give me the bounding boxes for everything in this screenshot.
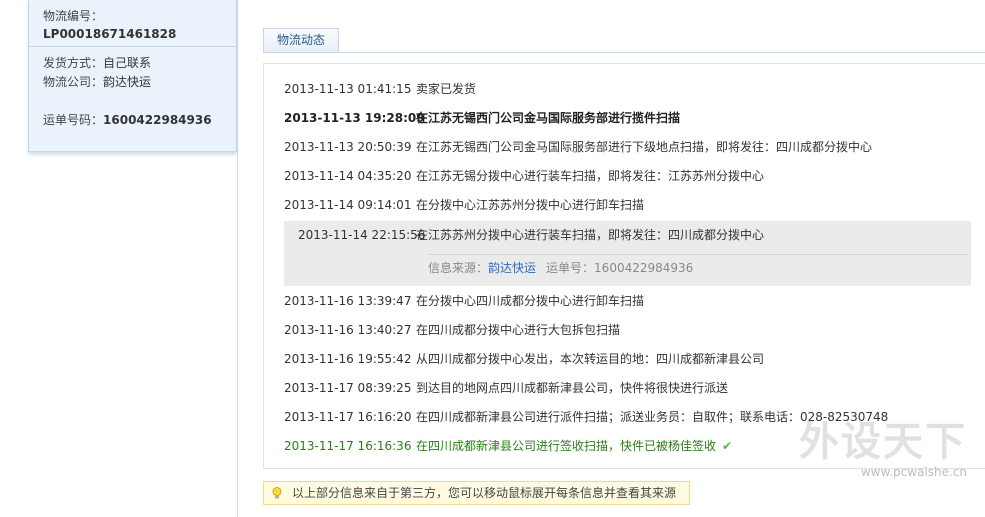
ship-method-label: 发货方式： <box>43 56 104 70</box>
timeline-entry[interactable]: 2013-11-13 01:41:15 卖家已发货 <box>284 75 476 104</box>
logistics-company-value: 韵达快运 <box>103 75 152 89</box>
entry-time: 2013-11-14 09:14:01 <box>284 198 412 212</box>
entry-description: 在江苏无锡分拨中心进行装车扫描，即将发往：江苏苏州分拨中心 <box>416 169 765 183</box>
entry-time: 2013-11-13 19:28:09 <box>284 111 425 125</box>
entry-description: 从四川成都分拨中心发出，本次转运目的地：四川成都新津县公司 <box>416 352 765 366</box>
order-number-section: 物流编号： LP00018671461828 <box>29 0 236 47</box>
entry-time: 2013-11-13 01:41:15 <box>284 82 412 96</box>
entry-description: 在江苏苏州分拨中心进行装车扫描，即将发往：四川成都分拨中心 <box>416 228 765 242</box>
entry-time: 2013-11-14 04:35:20 <box>284 169 412 183</box>
checkmark-icon: ✔ <box>722 439 733 453</box>
entry-time: 2013-11-14 22:15:56 <box>298 228 426 242</box>
source-info: 信息来源：韵达快运 运单号：1600422984936 <box>428 258 693 278</box>
waybill-label: 运单号码： <box>43 113 104 127</box>
entry-time: 2013-11-16 13:40:27 <box>284 323 412 337</box>
logistics-page: 物流编号： LP00018671461828 发货方式：自己联系 物流公司：韵达… <box>0 0 985 517</box>
timeline-entry[interactable]: 2013-11-13 19:28:09在江苏无锡西门公司金马国际服务部进行揽件扫… <box>284 104 680 133</box>
ship-method-value: 自己联系 <box>103 56 152 70</box>
timeline-entry[interactable]: 2013-11-14 09:14:01 在分拨中心江苏苏州分拨中心进行卸车扫描 <box>284 191 644 220</box>
entry-time: 2013-11-16 13:39:47 <box>284 294 412 308</box>
entry-time: 2013-11-13 20:50:39 <box>284 140 412 154</box>
entry-time: 2013-11-17 16:16:36 <box>284 439 412 453</box>
entry-description: 到达目的地网点四川成都新津县公司，快件将很快进行派送 <box>416 381 729 395</box>
order-number-value: LP00018671461828 <box>43 27 177 41</box>
waybill-value: 1600422984936 <box>103 113 212 127</box>
order-number-label: 物流编号： <box>43 9 104 23</box>
notice-text: 以上部分信息来自于第三方，您可以移动鼠标展开每条信息并查看其来源 <box>292 486 677 500</box>
timeline-entry[interactable]: 2013-11-17 16:16:20 在四川成都新津县公司进行派件扫描；派送业务… <box>284 403 888 432</box>
source-waybill-value: 1600422984936 <box>594 261 694 275</box>
logistics-company-row: 物流公司：韵达快运 <box>43 73 236 92</box>
waybill-row: 运单号码：1600422984936 <box>43 111 236 130</box>
third-party-notice: 以上部分信息来自于第三方，您可以移动鼠标展开每条信息并查看其来源 <box>263 481 690 505</box>
timeline-entry[interactable]: 2013-11-14 04:35:20 在江苏无锡分拨中心进行装车扫描，即将发往：… <box>284 162 764 191</box>
entry-time: 2013-11-17 08:39:25 <box>284 381 412 395</box>
timeline-entry[interactable]: 2013-11-16 19:55:42 从四川成都分拨中心发出，本次转运目的地：四… <box>284 345 764 374</box>
logistics-company-label: 物流公司： <box>43 75 104 89</box>
source-waybill-label: 运单号： <box>546 261 595 275</box>
watermark-url: www.pcwaishe.cn <box>860 465 967 479</box>
logistics-timeline: 信息来源：韵达快运 运单号：1600422984936 2013-11-13 01… <box>263 63 985 469</box>
entry-description: 在江苏无锡西门公司金马国际服务部进行下级地点扫描，即将发往：四川成都分拨中心 <box>416 140 873 154</box>
entry-description: 在分拨中心江苏苏州分拨中心进行卸车扫描 <box>416 198 645 212</box>
entry-description: 在四川成都新津县公司进行签收扫描，快件已被杨佳签收 <box>416 439 717 453</box>
entry-description: 在四川成都分拨中心进行大包拆包扫描 <box>416 323 621 337</box>
lightbulb-icon <box>272 484 282 499</box>
timeline-entry-hovered[interactable]: 2013-11-14 22:15:56在江苏苏州分拨中心进行装车扫描，即将发往：… <box>284 221 764 250</box>
timeline-entry[interactable]: 2013-11-17 08:39:25 到达目的地网点四川成都新津县公司，快件将很… <box>284 374 728 403</box>
shipping-details-section: 发货方式：自己联系 物流公司：韵达快运 运单号码：1600422984936 <box>29 47 236 130</box>
timeline-entry[interactable]: 2013-11-16 13:40:27 在四川成都分拨中心进行大包拆包扫描 <box>284 316 620 345</box>
source-separator <box>428 254 968 255</box>
timeline-entry[interactable]: 2013-11-13 20:50:39 在江苏无锡西门公司金马国际服务部进行下级地… <box>284 133 872 162</box>
timeline-entry-delivered[interactable]: 2013-11-17 16:16:36 在四川成都新津县公司进行签收扫描，快件已被… <box>284 432 732 461</box>
site-watermark: 外设天下 www.pcwaishe.cn <box>799 420 967 480</box>
entry-time: 2013-11-17 16:16:20 <box>284 410 412 424</box>
entry-description: 在分拨中心四川成都分拨中心进行卸车扫描 <box>416 294 645 308</box>
source-link[interactable]: 韵达快运 <box>488 261 536 275</box>
left-divider <box>237 0 238 517</box>
tab-underline <box>263 52 985 53</box>
entry-time: 2013-11-16 19:55:42 <box>284 352 412 366</box>
timeline-entry[interactable]: 2013-11-16 13:39:47 在分拨中心四川成都分拨中心进行卸车扫描 <box>284 287 644 316</box>
ship-method-row: 发货方式：自己联系 <box>43 54 236 73</box>
tab-logistics-updates[interactable]: 物流动态 <box>263 28 339 52</box>
source-label: 信息来源： <box>428 261 489 275</box>
entry-description: 卖家已发货 <box>416 82 477 96</box>
entry-description: 在江苏无锡西门公司金马国际服务部进行揽件扫描 <box>416 111 681 125</box>
order-info-panel: 物流编号： LP00018671461828 发货方式：自己联系 物流公司：韵达… <box>28 0 237 152</box>
watermark-title: 外设天下 <box>799 418 967 465</box>
